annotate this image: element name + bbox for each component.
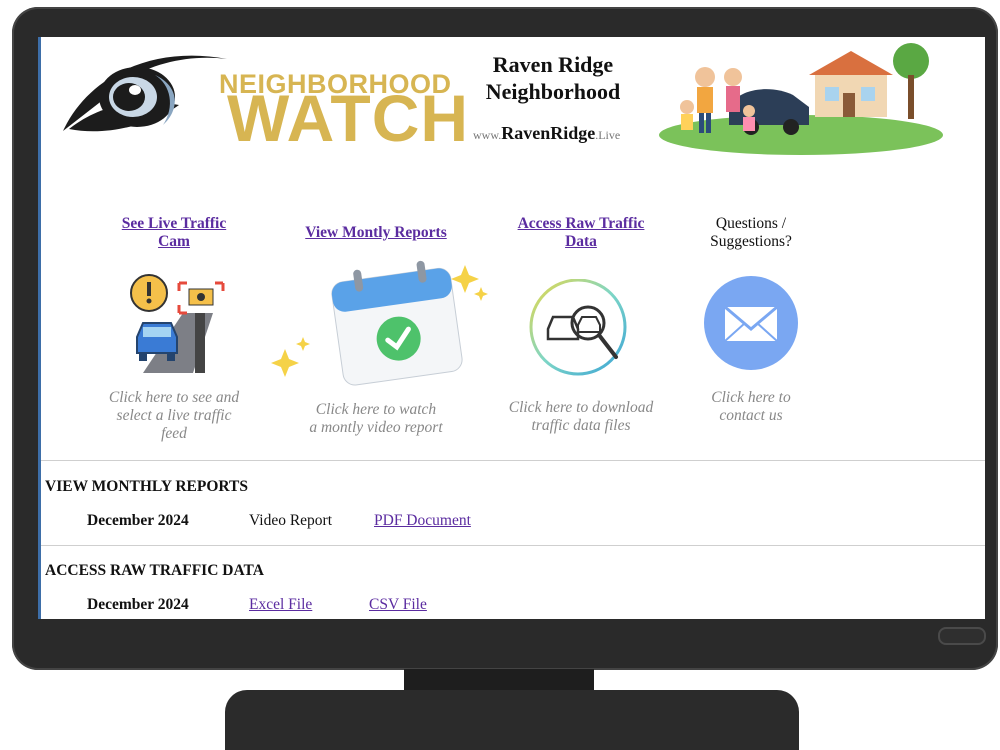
monitor-stand-base (225, 690, 799, 750)
raw-data-row: December 2024 (87, 596, 189, 614)
card-title-line1: Questions / (715, 215, 787, 232)
site-title-line2: Neighborhood (485, 79, 621, 104)
access-raw-traffic-data-link[interactable]: Access Raw Traffic Data (501, 215, 661, 251)
card-raw-traffic-caption: Click here to download traffic data file… (496, 399, 666, 435)
card-title-line2: Cam (158, 233, 190, 250)
report-row: December 2024 (87, 512, 189, 530)
card-raw-traffic[interactable]: Access Raw Traffic Data (501, 215, 661, 251)
live-traffic-cam-link[interactable]: See Live Traffic Cam (99, 215, 249, 251)
view-monthly-reports-link[interactable]: View Montly Reports (286, 224, 466, 242)
raw-data-month: December 2024 (87, 596, 189, 613)
monthly-reports-heading: VIEW MONTHLY REPORTS (45, 478, 249, 495)
section-divider (41, 460, 985, 461)
csv-file-link[interactable]: CSV File (369, 596, 427, 614)
eye-logo-icon (63, 55, 227, 132)
caption-line: Click here to (711, 389, 791, 406)
card-title-line1: Access Raw Traffic (517, 215, 645, 232)
traffic-camera-icon[interactable] (123, 273, 233, 373)
card-title-line1: See Live Traffic (121, 215, 227, 232)
site-title: Raven Ridge Neighborhood (473, 51, 633, 105)
caption-line: Click here to watch (315, 401, 437, 418)
caption-line: select a live traffic (116, 407, 232, 424)
card-title-line2: Data (565, 233, 597, 250)
card-title-line1: View Montly Reports (305, 224, 447, 241)
caption-line: feed (161, 425, 187, 442)
card-title-line2: Suggestions? (710, 233, 792, 250)
raw-traffic-heading: ACCESS RAW TRAFFIC DATA (45, 562, 264, 579)
site-url: www.RavenRidge.Live (473, 123, 643, 144)
family-house-illustration (659, 43, 943, 155)
card-contact: Questions / Suggestions? (691, 215, 811, 251)
url-domain: RavenRidge (501, 123, 596, 143)
excel-file-link[interactable]: Excel File (249, 596, 312, 614)
pdf-document-link[interactable]: PDF Document (374, 512, 471, 530)
card-live-traffic-caption: Click here to see and select a live traf… (99, 389, 249, 443)
calendar-check-icon[interactable] (265, 257, 495, 387)
card-contact-caption[interactable]: Click here to contact us (691, 389, 811, 425)
report-month: December 2024 (87, 512, 189, 529)
report-video-label: Video Report (249, 512, 333, 529)
caption-line: contact us (719, 407, 783, 424)
screen: NEIGHBORHOOD WATCH Raven Ridge Neighborh… (38, 37, 985, 619)
site-title-line1: Raven Ridge (492, 52, 614, 77)
power-button (938, 627, 986, 645)
url-prefix: www. (473, 128, 502, 142)
caption-line: a montly video report (309, 419, 443, 436)
envelope-icon[interactable] (703, 275, 799, 371)
caption-line: Click here to see and (108, 389, 240, 406)
car-search-icon[interactable] (526, 279, 632, 379)
caption-line: traffic data files (531, 417, 631, 434)
url-suffix: .Live (595, 128, 621, 142)
logo-text-bottom: WATCH (227, 81, 470, 155)
card-monthly-reports[interactable]: View Montly Reports (286, 224, 466, 242)
card-live-traffic[interactable]: See Live Traffic Cam (99, 215, 249, 251)
neighborhood-watch-logo: NEIGHBORHOOD WATCH (59, 41, 468, 151)
card-monthly-reports-caption: Click here to watch a montly video repor… (296, 401, 456, 437)
section-divider (41, 545, 985, 546)
caption-line: Click here to download (508, 399, 654, 416)
